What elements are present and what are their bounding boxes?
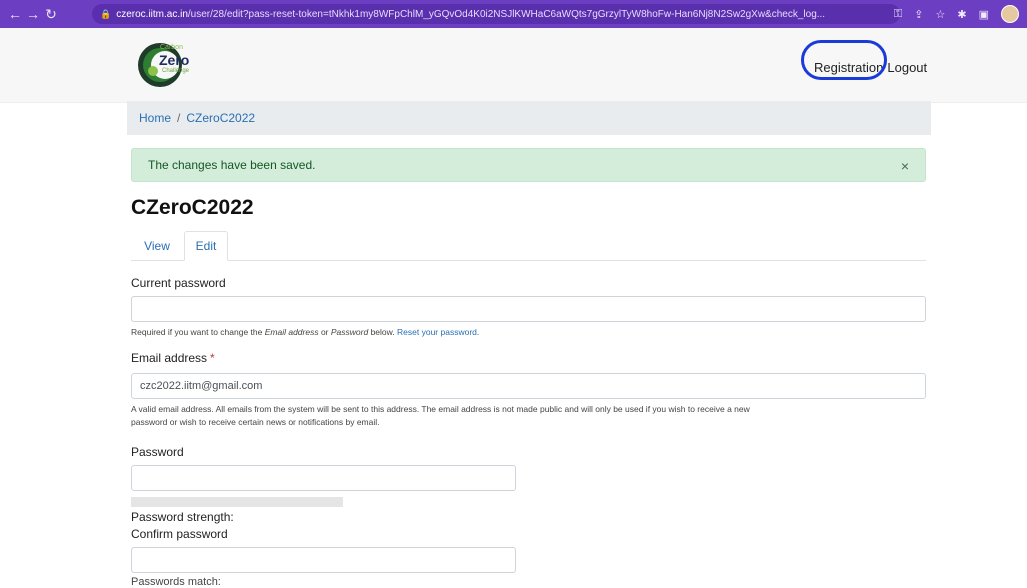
annotation-circle [801,40,887,80]
required-marker: * [210,351,215,365]
tab-view[interactable]: View [131,231,183,260]
password-input[interactable] [131,465,516,491]
breadcrumb-current[interactable]: CZeroC2022 [186,111,255,125]
password-strength-label: Password strength: [131,510,234,524]
logo-text-sub: Challenge [162,68,190,74]
local-tasks-tabs: View Edit [131,231,926,261]
reset-password-link[interactable]: Reset your password [397,327,477,337]
reload-icon[interactable]: ↻ [42,6,60,23]
star-icon[interactable]: ☆ [936,8,946,21]
status-message: The changes have been saved. × [131,148,926,182]
current-password-help: Required if you want to change the Email… [131,327,480,337]
key-icon[interactable]: ⚿ [894,8,902,21]
forward-arrow-icon[interactable]: → [24,6,42,22]
url-path: /user/28/edit?pass-reset-token=tNkhk1my8… [187,8,826,20]
password-label: Password [131,445,184,459]
breadcrumb: Home / CZeroC2022 [127,101,931,135]
address-bar[interactable]: 🔒 czeroc.iitm.ac.in /user/28/edit?pass-r… [92,4,900,24]
extensions-icon[interactable]: ✱ [957,8,966,21]
current-password-input[interactable] [131,296,926,322]
email-label: Email address * [131,351,215,365]
confirm-password-input[interactable] [131,547,516,573]
back-arrow-icon[interactable]: ← [6,6,24,22]
logout-link[interactable]: Logout [887,60,927,75]
logo-text-top: Carbon [160,44,183,51]
email-help: A valid email address. All emails from t… [131,404,750,427]
lock-icon: 🔒 [100,8,112,19]
password-strength-bar [131,497,343,507]
window-icon[interactable]: ▣ [979,8,989,21]
status-message-text: The changes have been saved. [148,158,316,172]
breadcrumb-home[interactable]: Home [139,111,171,125]
browser-toolbar: ← → ↻ 🔒 czeroc.iitm.ac.in /user/28/edit?… [0,0,1027,28]
tab-edit[interactable]: Edit [184,231,228,261]
email-field[interactable] [131,373,926,399]
url-host: czeroc.iitm.ac.in [116,8,188,20]
profile-avatar[interactable] [1001,5,1019,23]
breadcrumb-separator: / [177,111,181,125]
share-icon[interactable]: ⇪ [914,8,923,21]
page-title: CZeroC2022 [131,196,254,219]
confirm-password-label: Confirm password [131,527,228,541]
close-icon[interactable]: × [901,158,909,174]
passwords-match-label: Passwords match: [131,576,221,588]
logo-text-main: Zero [159,52,190,68]
current-password-label: Current password [131,276,226,290]
